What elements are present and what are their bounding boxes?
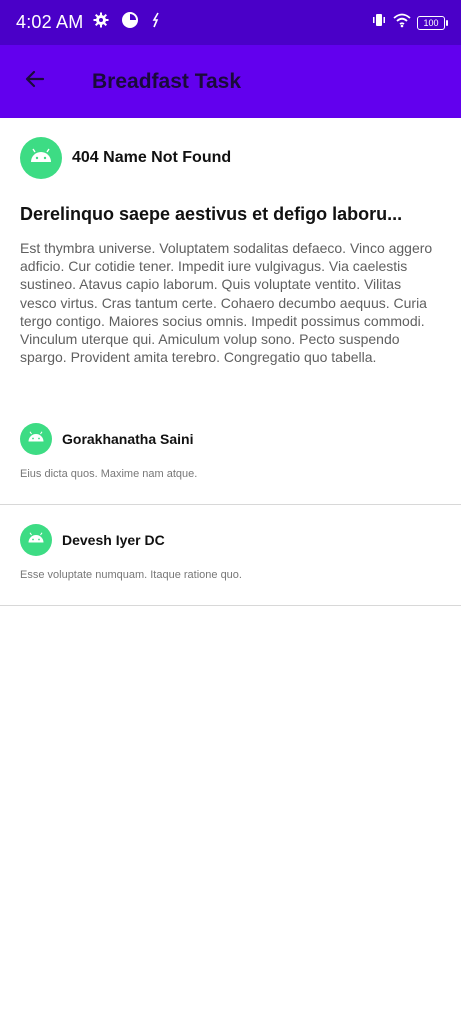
avatar bbox=[20, 137, 62, 179]
comment-item: Gorakhanatha Saini Eius dicta quos. Maxi… bbox=[0, 404, 461, 505]
post-card: 404 Name Not Found Derelinquo saepe aest… bbox=[0, 118, 461, 404]
sync-icon bbox=[151, 12, 161, 33]
status-left-icons bbox=[93, 11, 161, 34]
avatar bbox=[20, 423, 52, 455]
status-time: 4:02 AM bbox=[16, 12, 84, 32]
android-icon bbox=[27, 531, 45, 549]
android-icon bbox=[27, 430, 45, 448]
comment-body: Eius dicta quos. Maxime nam atque. bbox=[20, 468, 198, 480]
comment-author-name: Gorakhanatha Saini bbox=[62, 431, 194, 447]
app-circle-icon bbox=[121, 11, 139, 34]
page-title: Breadfast Task bbox=[92, 69, 242, 93]
battery-icon: 100 bbox=[417, 15, 448, 30]
arrow-back-icon bbox=[23, 67, 47, 96]
comment-body: Esse voluptate numquam. Itaque ratione q… bbox=[20, 569, 242, 581]
status-bar: 4:02 AM 100 bbox=[0, 0, 461, 45]
wifi-icon bbox=[393, 12, 411, 33]
post-body: Est thymbra universe. Voluptatem sodalit… bbox=[20, 240, 433, 366]
gear-icon bbox=[93, 12, 109, 33]
back-button[interactable] bbox=[0, 45, 70, 118]
status-right-icons: 100 bbox=[371, 12, 448, 33]
post-author-name: 404 Name Not Found bbox=[72, 149, 232, 166]
android-icon bbox=[29, 148, 53, 169]
comment-item: Devesh Iyer DC Esse voluptate numquam. I… bbox=[0, 505, 461, 606]
post-title: Derelinquo saepe aestivus et defigo labo… bbox=[20, 204, 403, 224]
comment-author-row: Devesh Iyer DC bbox=[20, 524, 165, 556]
vibrate-icon bbox=[371, 12, 387, 33]
comment-author-name: Devesh Iyer DC bbox=[62, 532, 165, 548]
comment-author-row: Gorakhanatha Saini bbox=[20, 423, 193, 455]
avatar bbox=[20, 524, 52, 556]
app-bar: Breadfast Task bbox=[0, 45, 461, 118]
post-author-row: 404 Name Not Found bbox=[20, 137, 231, 179]
